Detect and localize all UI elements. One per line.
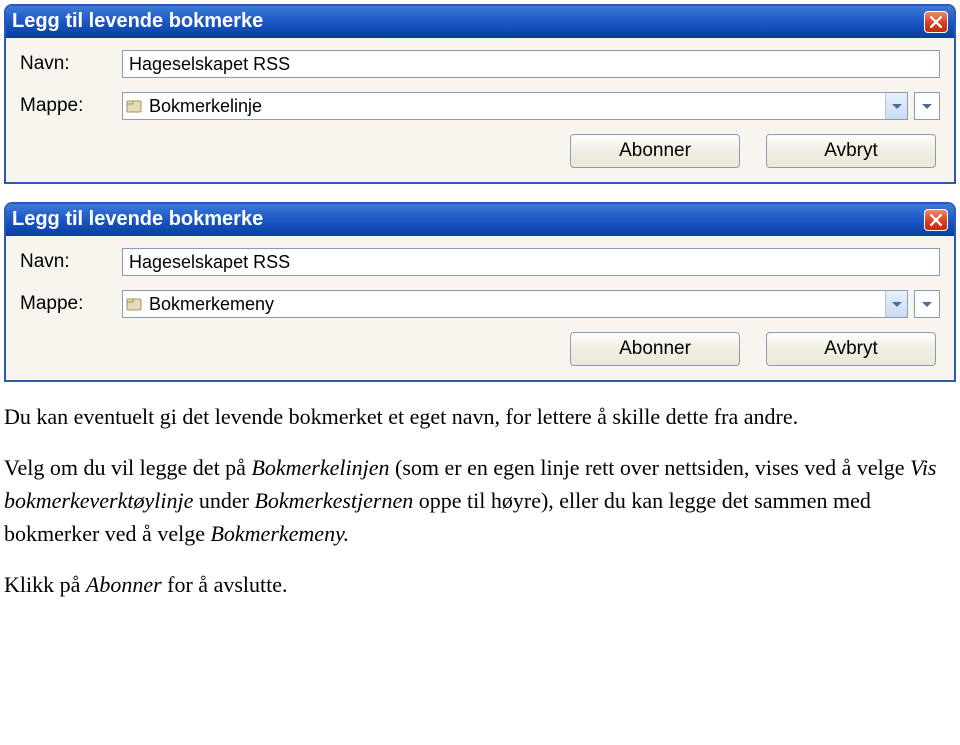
instruction-paragraph-3: Klikk på Abonner for å avslutte. [4, 568, 956, 601]
name-input[interactable] [122, 248, 940, 276]
folder-value: Bokmerkemeny [145, 291, 885, 317]
folder-dropdown-button[interactable] [885, 291, 907, 317]
cancel-button[interactable]: Avbryt [766, 134, 936, 168]
folder-value: Bokmerkelinje [145, 93, 885, 119]
titlebar[interactable]: Legg til levende bokmerke [6, 6, 954, 38]
chevron-down-icon [892, 104, 902, 109]
close-button[interactable] [924, 209, 948, 231]
dialog-body: Navn: Mappe: Bokmerkelinje Abonner Avb [6, 38, 954, 182]
folder-label: Mappe: [20, 95, 122, 117]
expand-folders-button[interactable] [914, 92, 940, 120]
bookmark-dialog-2: Legg til levende bokmerke Navn: Mappe: B… [4, 202, 956, 382]
close-button[interactable] [924, 11, 948, 33]
bookmark-dialog-1: Legg til levende bokmerke Navn: Mappe: B… [4, 4, 956, 184]
bookmark-folder-icon [123, 291, 145, 317]
close-icon [930, 16, 942, 28]
subscribe-button[interactable]: Abonner [570, 134, 740, 168]
instruction-text: Du kan eventuelt gi det levende bokmerke… [0, 400, 960, 601]
bookmark-folder-icon [123, 93, 145, 119]
folder-combo[interactable]: Bokmerkelinje [122, 92, 908, 120]
name-label: Navn: [20, 53, 122, 75]
folder-combo[interactable]: Bokmerkemeny [122, 290, 908, 318]
dialog-title: Legg til levende bokmerke [12, 208, 263, 231]
name-label: Navn: [20, 251, 122, 273]
instruction-paragraph-1: Du kan eventuelt gi det levende bokmerke… [4, 400, 956, 433]
chevron-down-icon [922, 302, 932, 307]
chevron-down-icon [922, 104, 932, 109]
instruction-paragraph-2: Velg om du vil legge det på Bokmerkelinj… [4, 451, 956, 550]
name-input[interactable] [122, 50, 940, 78]
subscribe-button[interactable]: Abonner [570, 332, 740, 366]
dialog-title: Legg til levende bokmerke [12, 10, 263, 33]
folder-label: Mappe: [20, 293, 122, 315]
cancel-button[interactable]: Avbryt [766, 332, 936, 366]
dialog-body: Navn: Mappe: Bokmerkemeny Abonner Avbr [6, 236, 954, 380]
chevron-down-icon [892, 302, 902, 307]
titlebar[interactable]: Legg til levende bokmerke [6, 204, 954, 236]
folder-dropdown-button[interactable] [885, 93, 907, 119]
expand-folders-button[interactable] [914, 290, 940, 318]
close-icon [930, 214, 942, 226]
